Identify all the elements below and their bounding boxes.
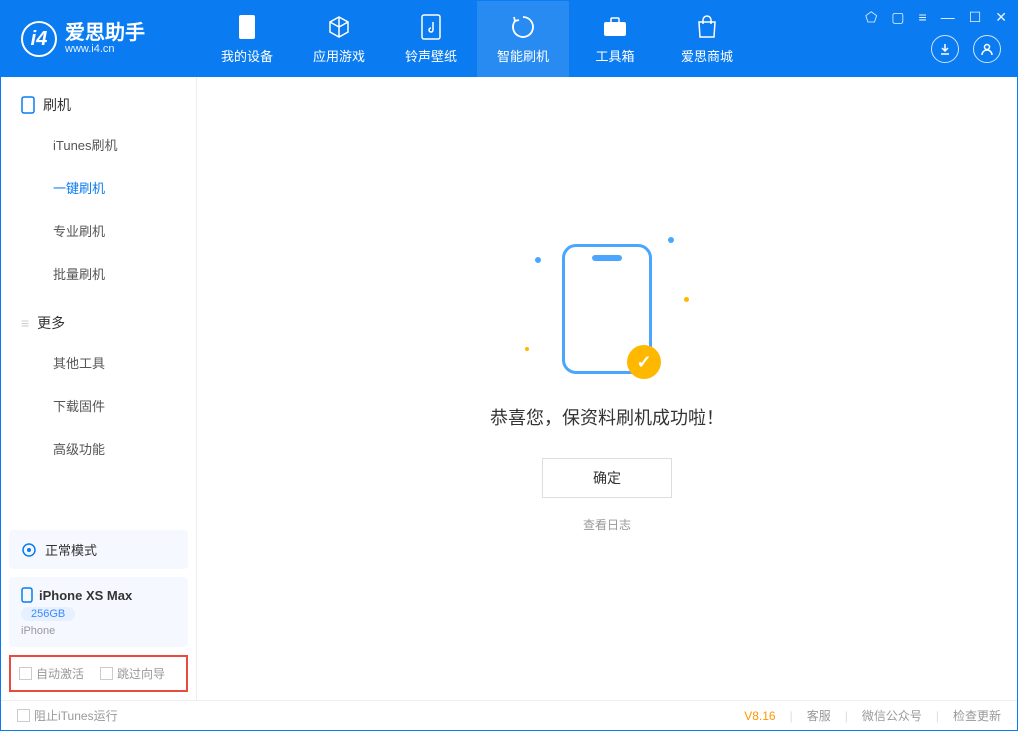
phone-icon <box>234 14 260 40</box>
app-header: i4 爱思助手 www.i4.cn 我的设备 应用游戏 铃声壁纸 智能刷机 工具… <box>1 1 1017 77</box>
sidebar-item-pro-flash[interactable]: 专业刷机 <box>1 209 196 252</box>
tab-ringtone-wallpaper[interactable]: 铃声壁纸 <box>385 1 477 77</box>
tab-apps-games[interactable]: 应用游戏 <box>293 1 385 77</box>
music-file-icon <box>418 14 444 40</box>
version-label: V8.16 <box>744 709 775 723</box>
tab-label: 应用游戏 <box>313 46 365 65</box>
device-type-label: iPhone <box>21 625 176 637</box>
success-message: 恭喜您，保资料刷机成功啦！ <box>490 404 724 430</box>
sidebar-item-itunes-flash[interactable]: iTunes刷机 <box>1 123 196 166</box>
device-icon <box>21 96 35 114</box>
tab-toolbox[interactable]: 工具箱 <box>569 1 661 77</box>
main-tabs: 我的设备 应用游戏 铃声壁纸 智能刷机 工具箱 爱思商城 <box>201 1 753 77</box>
close-icon[interactable]: ✕ <box>995 9 1007 26</box>
sidebar-item-other-tools[interactable]: 其他工具 <box>1 341 196 384</box>
main-content: ✓ 恭喜您，保资料刷机成功啦！ 确定 查看日志 <box>197 77 1017 700</box>
tab-store[interactable]: 爱思商城 <box>661 1 753 77</box>
app-url: www.i4.cn <box>65 43 145 55</box>
checkbox-label: 阻止iTunes运行 <box>34 707 118 724</box>
app-logo-icon: i4 <box>21 21 57 57</box>
checkbox-highlight-row: 自动激活 跳过向导 <box>9 655 188 692</box>
tab-my-device[interactable]: 我的设备 <box>201 1 293 77</box>
menu-icon[interactable]: ≡ <box>919 9 927 26</box>
view-log-link[interactable]: 查看日志 <box>583 516 631 533</box>
sidebar-section-flash: 刷机 <box>1 77 196 123</box>
header-right-buttons <box>931 35 1001 63</box>
sidebar-item-batch-flash[interactable]: 批量刷机 <box>1 252 196 295</box>
mode-label: 正常模式 <box>45 540 97 559</box>
mode-card[interactable]: 正常模式 <box>9 530 188 569</box>
cube-icon <box>326 14 352 40</box>
section-title: 刷机 <box>43 95 71 115</box>
logo-area: i4 爱思助手 www.i4.cn <box>1 21 201 57</box>
check-update-link[interactable]: 检查更新 <box>953 707 1001 724</box>
sidebar-item-download-firmware[interactable]: 下载固件 <box>1 384 196 427</box>
sidebar-item-oneclick-flash[interactable]: 一键刷机 <box>1 166 196 209</box>
success-check-icon: ✓ <box>627 345 661 379</box>
refresh-shield-icon <box>510 14 536 40</box>
sidebar-section-more: ≡ 更多 <box>1 295 196 341</box>
titlebar-controls: ⬠ ▢ ≡ — ☐ ✕ <box>865 9 1007 26</box>
checkbox-label: 自动激活 <box>36 665 84 682</box>
minimize-icon[interactable]: — <box>941 9 955 26</box>
tab-smart-flash[interactable]: 智能刷机 <box>477 1 569 77</box>
tab-label: 我的设备 <box>221 46 273 65</box>
phone-illustration: ✓ <box>562 244 652 374</box>
user-button[interactable] <box>973 35 1001 63</box>
phone-small-icon <box>21 587 33 603</box>
maximize-icon[interactable]: ☐ <box>969 9 982 26</box>
device-name-label: iPhone XS Max <box>39 588 132 603</box>
tab-label: 铃声壁纸 <box>405 46 457 65</box>
footer: 阻止iTunes运行 V8.16 | 客服 | 微信公众号 | 检查更新 <box>1 700 1017 730</box>
checkbox-block-itunes[interactable]: 阻止iTunes运行 <box>17 707 118 724</box>
mode-icon <box>21 542 37 558</box>
download-button[interactable] <box>931 35 959 63</box>
ok-button[interactable]: 确定 <box>542 458 672 498</box>
storage-badge: 256GB <box>21 607 75 621</box>
feedback-icon[interactable]: ▢ <box>891 9 904 26</box>
tab-label: 工具箱 <box>595 46 634 65</box>
list-icon: ≡ <box>21 315 29 331</box>
support-link[interactable]: 客服 <box>807 707 831 724</box>
section-title: 更多 <box>37 313 65 333</box>
sidebar-item-advanced[interactable]: 高级功能 <box>1 427 196 470</box>
device-card[interactable]: iPhone XS Max 256GB iPhone <box>9 577 188 647</box>
shirt-icon[interactable]: ⬠ <box>865 9 877 26</box>
tab-label: 爱思商城 <box>681 46 733 65</box>
sidebar: 刷机 iTunes刷机 一键刷机 专业刷机 批量刷机 ≡ 更多 其他工具 下载固… <box>1 77 197 700</box>
wechat-link[interactable]: 微信公众号 <box>862 707 922 724</box>
toolbox-icon <box>602 14 628 40</box>
bag-icon <box>694 14 720 40</box>
app-name: 爱思助手 <box>65 23 145 43</box>
checkbox-auto-activate[interactable]: 自动激活 <box>19 665 84 682</box>
tab-label: 智能刷机 <box>497 46 549 65</box>
checkbox-label: 跳过向导 <box>117 665 165 682</box>
checkbox-skip-guide[interactable]: 跳过向导 <box>100 665 165 682</box>
